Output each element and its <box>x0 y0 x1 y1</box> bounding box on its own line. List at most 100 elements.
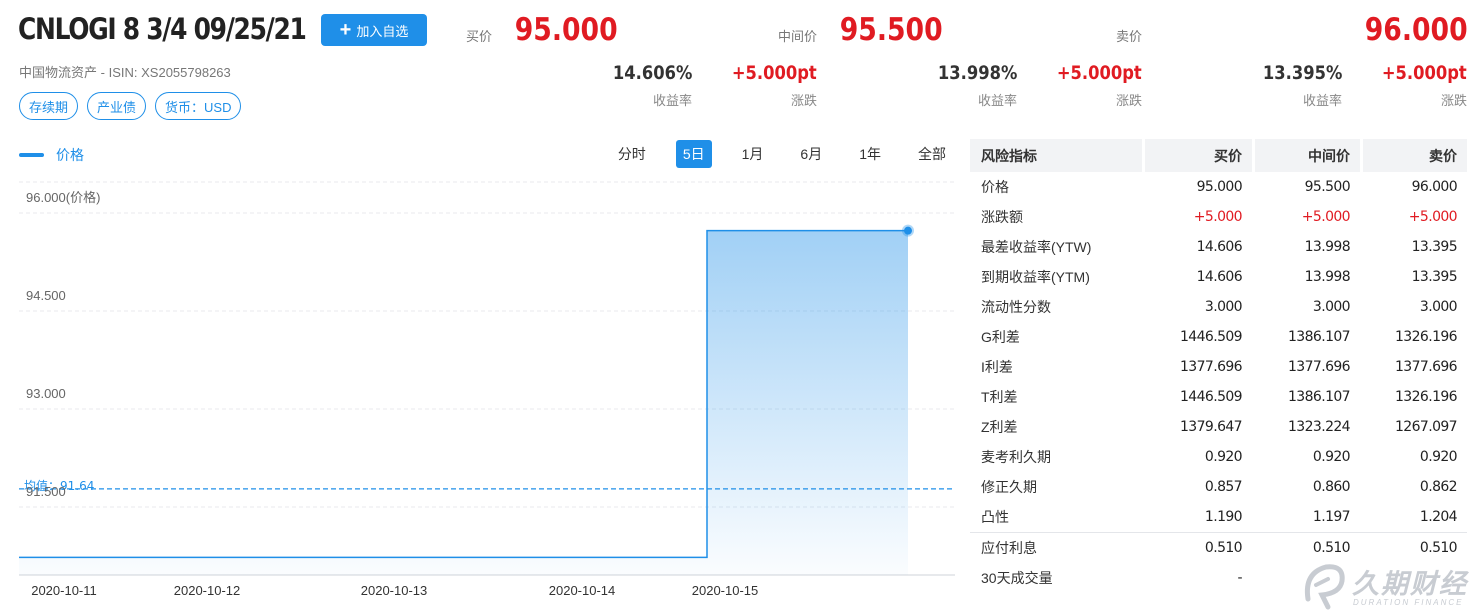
chart-legend[interactable]: 价格 <box>19 145 84 165</box>
risk-value-bid: 0.510 <box>1204 540 1243 556</box>
last-point <box>904 226 912 235</box>
risk-value-mid: 13.998 <box>1304 239 1351 255</box>
risk-row: 价格 95.000 95.500 96.000 <box>970 172 1467 202</box>
quote-mid-yield: 13.998% <box>937 62 1017 84</box>
quote-bid-price: 95.000 <box>515 12 618 48</box>
isin-value: XS2055798263 <box>141 65 231 80</box>
risk-value-bid: +5.000 <box>1193 209 1243 225</box>
isin-label: ISIN: <box>108 65 138 80</box>
y-tick-label: 94.500 <box>26 288 66 303</box>
quote-mid-price: 95.500 <box>840 12 943 48</box>
risk-value-ask: 13.395 <box>1411 269 1458 285</box>
risk-value-ask: 1267.097 <box>1394 419 1458 435</box>
y-tick-label: 96.000(价格) <box>26 190 100 205</box>
risk-value-mid: 1377.696 <box>1287 359 1351 375</box>
quote-mid-label: 中间价 <box>777 29 817 44</box>
risk-value-ask: 1377.696 <box>1394 359 1458 375</box>
quote-ask-label: 卖价 <box>1115 29 1142 44</box>
risk-value-bid: 1.190 <box>1204 509 1243 525</box>
quote-ask-price: 96.000 <box>1365 12 1468 48</box>
risk-row: 凸性 1.190 1.197 1.204 <box>970 502 1467 532</box>
y-tick-label: 93.000 <box>26 386 66 401</box>
x-tick-label: 2020-10-12 <box>174 583 241 598</box>
risk-value-mid: 1386.107 <box>1287 329 1351 345</box>
risk-value-bid: 1377.696 <box>1179 359 1243 375</box>
issuer-name: 中国物流资产 <box>19 65 98 80</box>
logo-mark-icon <box>1304 564 1345 610</box>
period-1y[interactable]: 1年 <box>852 140 888 168</box>
x-tick-label: 2020-10-11 <box>31 583 97 598</box>
risk-table: 风险指标 买价 中间价 卖价 价格 95.000 95.500 96.000 涨跌额 +5… <box>970 139 1467 593</box>
risk-row: I利差 1377.696 1377.696 1377.696 <box>970 352 1467 382</box>
col-header-bid: 买价 <box>1145 139 1252 172</box>
bond-tags: 存续期 产业债 货币：USD <box>19 92 242 120</box>
quote-ask-change: +5.000pt <box>1382 62 1467 84</box>
risk-row: 麦考利久期 0.920 0.920 0.920 <box>970 442 1467 472</box>
risk-value-bid: 1446.509 <box>1179 329 1243 345</box>
risk-indicator-name: 麦考利久期 <box>981 449 1051 465</box>
quote-ask-yield-label: 收益率 <box>1302 93 1342 108</box>
risk-indicator-name: 到期收益率(YTM) <box>981 269 1090 285</box>
risk-row: 涨跌额 +5.000 +5.000 +5.000 <box>970 202 1467 232</box>
risk-value-ask: 3.000 <box>1419 299 1458 315</box>
risk-value-mid: 1323.224 <box>1287 419 1351 435</box>
legend-swatch <box>19 153 44 157</box>
price-chart: 均值：91.64 96.000(价格)94.50093.00091.500202… <box>19 181 955 598</box>
risk-value-ask: 1.204 <box>1419 509 1458 525</box>
col-header-ask: 卖价 <box>1363 139 1467 172</box>
period-6m[interactable]: 6月 <box>793 140 829 168</box>
quote-ask-change-label: 涨跌 <box>1440 93 1467 108</box>
risk-value-bid: 3.000 <box>1204 299 1243 315</box>
risk-value-mid: +5.000 <box>1301 209 1351 225</box>
risk-indicator-name: Z利差 <box>981 419 1018 435</box>
risk-value-ask: 96.000 <box>1411 179 1458 195</box>
risk-indicator-name: G利差 <box>981 329 1020 345</box>
risk-row: T利差 1446.509 1386.107 1326.196 <box>970 382 1467 412</box>
tag-category[interactable]: 产业债 <box>87 92 147 120</box>
risk-table-body: 价格 95.000 95.500 96.000 涨跌额 +5.000 +5.000 +5.00… <box>970 172 1467 593</box>
risk-indicator-name: 流动性分数 <box>981 299 1051 315</box>
watermark-subtext: DURATION FINANCE <box>1353 598 1464 607</box>
risk-value-bid: 0.857 <box>1204 479 1243 495</box>
risk-value-bid: 14.606 <box>1196 269 1243 285</box>
quote-ask: 卖价 96.000 13.395% 收益率 +5.000pt 涨跌 <box>1043 0 1468 120</box>
quote-mid: 中间价 95.500 13.998% 收益率 +5.000pt 涨跌 <box>718 0 1142 120</box>
risk-value-mid: 1.197 <box>1312 509 1351 525</box>
risk-value-bid: 1446.509 <box>1179 389 1243 405</box>
risk-value-bid: 95.000 <box>1196 179 1243 195</box>
risk-value-ask: 13.395 <box>1411 239 1458 255</box>
risk-row: 到期收益率(YTM) 14.606 13.998 13.395 <box>970 262 1467 292</box>
period-selector: 分时 5日 1月 6月 1年 全部 <box>611 140 953 168</box>
x-tick-label: 2020-10-13 <box>361 583 428 598</box>
risk-value-ask: 0.510 <box>1419 540 1458 556</box>
risk-row: 修正久期 0.857 0.860 0.862 <box>970 472 1467 502</box>
quote-bid: 买价 95.000 14.606% 收益率 +5.000pt 涨跌 <box>393 0 817 120</box>
period-1m[interactable]: 1月 <box>735 140 771 168</box>
period-all[interactable]: 全部 <box>911 140 953 168</box>
risk-value-ask: 0.862 <box>1419 479 1458 495</box>
risk-indicator-name: T利差 <box>981 389 1018 405</box>
period-intraday[interactable]: 分时 <box>611 140 653 168</box>
bond-subtitle: 中国物流资产 - ISIN: XS2055798263 <box>19 65 231 80</box>
risk-row: 最差收益率(YTW) 14.606 13.998 13.395 <box>970 232 1467 262</box>
tag-currency[interactable]: 货币：USD <box>155 92 242 120</box>
tag-status[interactable]: 存续期 <box>19 92 79 120</box>
risk-indicator-name: 涨跌额 <box>981 209 1023 225</box>
risk-value-mid: 0.860 <box>1312 479 1351 495</box>
risk-value-mid: 0.920 <box>1312 449 1351 465</box>
col-header-mid: 中间价 <box>1255 139 1360 172</box>
risk-value-bid: 1379.647 <box>1179 419 1243 435</box>
risk-value-mid: 3.000 <box>1312 299 1351 315</box>
price-area <box>19 230 908 575</box>
y-tick-label: 91.500 <box>26 484 66 499</box>
plus-icon: + <box>339 19 352 41</box>
risk-row: G利差 1446.509 1386.107 1326.196 <box>970 322 1467 352</box>
period-5d[interactable]: 5日 <box>675 140 712 168</box>
watermark-text: 久期财经 <box>1352 569 1468 599</box>
x-tick-label: 2020-10-15 <box>692 583 759 598</box>
risk-indicator-name: 凸性 <box>981 509 1009 525</box>
risk-value-bid: 0.920 <box>1204 449 1243 465</box>
x-tick-label: 2020-10-14 <box>549 583 616 598</box>
risk-row: 流动性分数 3.000 3.000 3.000 <box>970 292 1467 322</box>
risk-indicator-name: 最差收益率(YTW) <box>981 239 1092 255</box>
